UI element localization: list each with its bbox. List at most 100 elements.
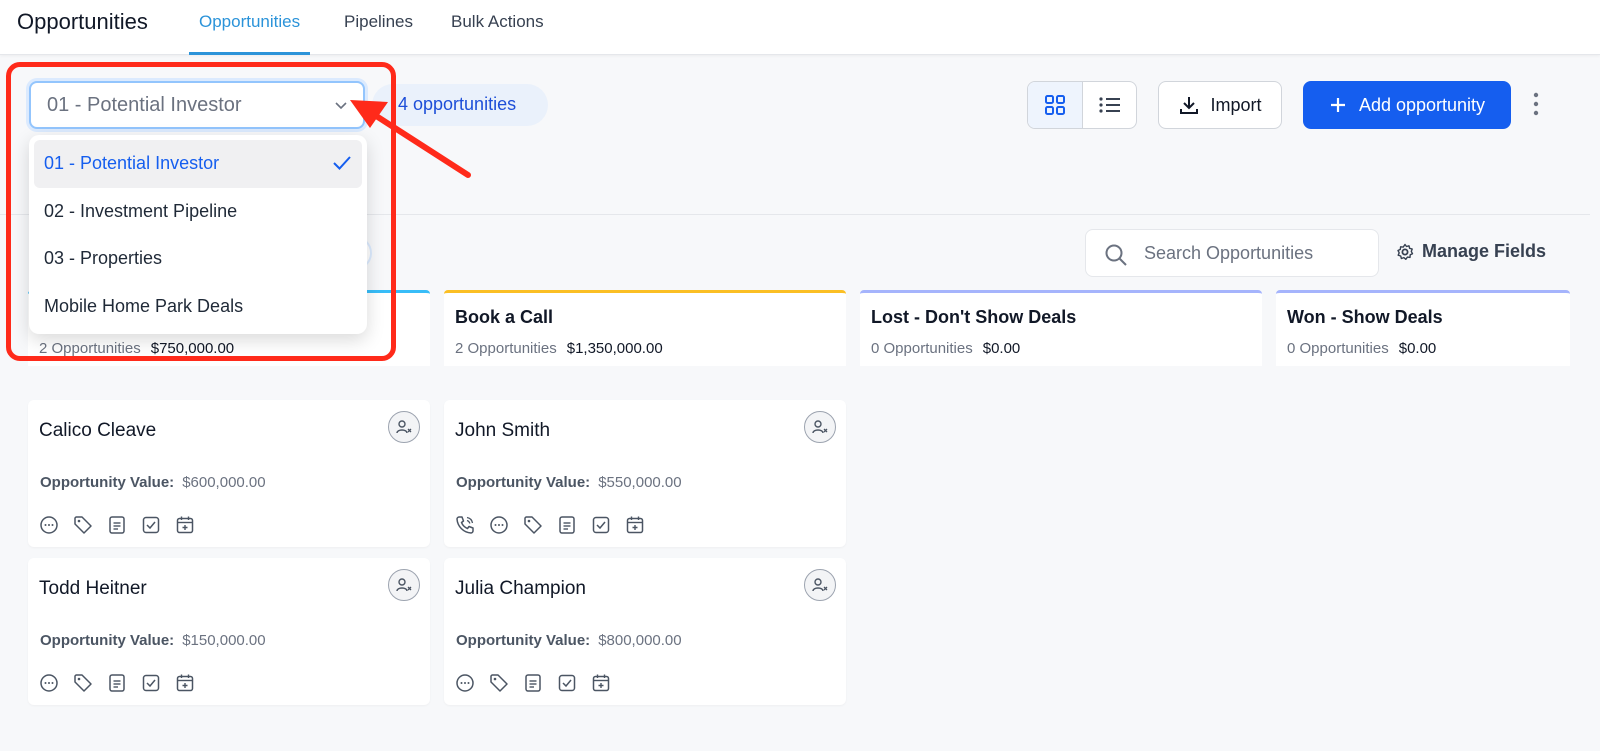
card-contact-name: John Smith (455, 420, 551, 441)
tag-icon[interactable] (489, 673, 509, 693)
card-value-line: Opportunity Value: $600,000.00 (40, 474, 266, 491)
calendar-add-icon[interactable] (175, 673, 195, 693)
card-value-line: Opportunity Value: $800,000.00 (456, 632, 682, 649)
stage-amount: $1,350,000.00 (566, 340, 663, 357)
pipeline-dropdown-menu: 01 - Potential Investor 02 - Investment … (29, 135, 367, 334)
card-actions (39, 515, 195, 535)
calendar-add-icon[interactable] (591, 673, 611, 693)
stage-name: Book a Call (455, 307, 554, 327)
unassigned-user-icon (812, 420, 828, 434)
pipeline-option-label: Mobile Home Park Deals (44, 295, 244, 316)
chat-icon[interactable] (39, 515, 59, 535)
pipeline-option[interactable]: 01 - Potential Investor (34, 140, 362, 188)
import-button[interactable]: Import (1158, 81, 1282, 129)
more-options-icon[interactable] (1533, 92, 1539, 121)
task-icon[interactable] (557, 673, 577, 693)
manage-fields-button[interactable]: Manage Fields (1396, 241, 1546, 262)
assign-user-button[interactable] (388, 569, 420, 601)
assign-user-button[interactable] (388, 411, 420, 443)
note-icon[interactable] (107, 515, 127, 535)
card-contact-name: Todd Heitner (39, 578, 147, 599)
card-value-label: Opportunity Value: (456, 474, 591, 491)
gear-icon (1397, 243, 1414, 260)
list-icon (1099, 97, 1120, 113)
calendar-add-icon[interactable] (625, 515, 645, 535)
card-value-label: Opportunity Value: (456, 632, 591, 649)
add-opportunity-button[interactable]: Add opportunity (1303, 81, 1511, 129)
task-icon[interactable] (591, 515, 611, 535)
page-title: Opportunities (17, 9, 148, 34)
card-actions (39, 673, 195, 693)
search-input[interactable] (1144, 240, 1364, 266)
pipeline-option[interactable]: 03 - Properties (34, 235, 362, 283)
card-value-label: Opportunity Value: (40, 632, 175, 649)
opportunity-card[interactable]: Julia Champion Opportunity Value: $800,00… (444, 558, 846, 705)
pipeline-select[interactable]: 01 - Potential Investor (29, 81, 365, 129)
grid-icon (1045, 95, 1065, 115)
pipeline-option[interactable]: Mobile Home Park Deals (34, 283, 362, 331)
pipeline-option-label: 02 - Investment Pipeline (44, 200, 238, 221)
card-value: $550,000.00 (598, 474, 682, 491)
pipeline-select-value: 01 - Potential Investor (47, 94, 242, 116)
tag-icon[interactable] (523, 515, 543, 535)
pipeline-option[interactable]: 02 - Investment Pipeline (34, 188, 362, 236)
chevron-down-icon (333, 97, 349, 118)
assign-user-button[interactable] (804, 411, 836, 443)
card-actions (455, 673, 611, 693)
search-icon (1104, 243, 1128, 272)
chat-icon[interactable] (489, 515, 509, 535)
tab-pipelines[interactable]: Pipelines (334, 12, 423, 55)
unassigned-user-icon (396, 578, 412, 592)
tab-bulk-actions[interactable]: Bulk Actions (441, 12, 554, 55)
note-icon[interactable] (107, 673, 127, 693)
task-icon[interactable] (141, 515, 161, 535)
top-nav: Opportunities Opportunities Pipelines Bu… (0, 0, 1600, 55)
card-value-line: Opportunity Value: $550,000.00 (456, 474, 682, 491)
card-contact-name: Calico Cleave (39, 420, 157, 441)
note-icon[interactable] (557, 515, 577, 535)
stage-count: 0 Opportunities (1287, 340, 1389, 357)
list-view-button[interactable] (1083, 82, 1136, 128)
stage-name: Won - Show Deals (1287, 307, 1443, 327)
stage-amount: $0.00 (1398, 340, 1437, 357)
stage-column-header: Book a Call 2 Opportunities $1,350,000.00 (444, 290, 846, 366)
stage-column-header: Lost - Don't Show Deals 0 Opportunities $… (860, 290, 1262, 366)
card-contact-name: Julia Champion (455, 578, 586, 599)
plus-icon (1330, 98, 1345, 112)
tag-icon[interactable] (73, 515, 93, 535)
import-label: Import (1210, 94, 1262, 115)
board-view-button[interactable] (1028, 82, 1083, 128)
assign-user-button[interactable] (804, 569, 836, 601)
tab-opportunities[interactable]: Opportunities (189, 12, 311, 55)
opportunity-count-text: 4 opportunities (398, 94, 517, 114)
unassigned-user-icon (396, 420, 412, 434)
stage-amount: $750,000.00 (150, 340, 235, 357)
view-toggle (1027, 81, 1137, 129)
note-icon[interactable] (523, 673, 543, 693)
card-value: $600,000.00 (182, 474, 266, 491)
check-icon (332, 154, 352, 177)
unassigned-user-icon (812, 578, 828, 592)
chat-icon[interactable] (455, 673, 475, 693)
manage-fields-label: Manage Fields (1422, 241, 1547, 261)
calendar-add-icon[interactable] (175, 515, 195, 535)
task-icon[interactable] (141, 673, 161, 693)
stage-column-header: Won - Show Deals 0 Opportunities $0.00 (1276, 290, 1570, 366)
pipeline-option-label: 01 - Potential Investor (44, 153, 220, 174)
opportunity-card[interactable]: Calico Cleave Opportunity Value: $600,000… (28, 400, 430, 547)
stage-count: 2 Opportunities (39, 340, 141, 357)
opportunity-card[interactable]: John Smith Opportunity Value: $550,000.00 (444, 400, 846, 547)
add-opportunity-label: Add opportunity (1358, 94, 1486, 115)
opportunity-card[interactable]: Todd Heitner Opportunity Value: $150,000.… (28, 558, 430, 705)
card-actions (455, 515, 645, 535)
tag-icon[interactable] (73, 673, 93, 693)
search-box (1085, 229, 1379, 277)
stage-summary: 2 Opportunities $1,350,000.00 (455, 340, 663, 357)
chat-icon[interactable] (39, 673, 59, 693)
card-value: $800,000.00 (598, 632, 682, 649)
stage-summary: 0 Opportunities $0.00 (871, 340, 1020, 357)
pipeline-option-label: 03 - Properties (44, 248, 163, 269)
phone-icon[interactable] (455, 515, 475, 535)
stage-count: 0 Opportunities (871, 340, 973, 357)
download-icon (1180, 97, 1199, 114)
